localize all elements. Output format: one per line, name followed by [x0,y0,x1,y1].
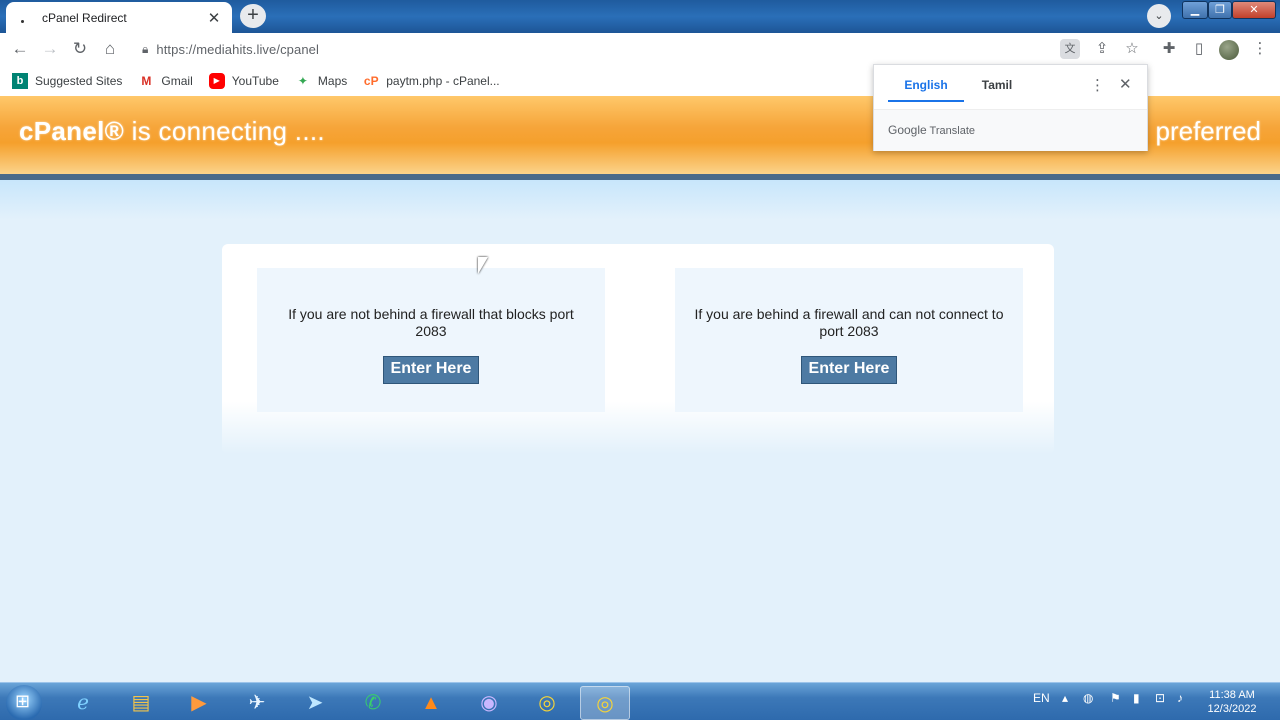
telegram-icon[interactable]: ➤ [290,686,340,720]
action-center-flag-icon[interactable]: ⚑ [1110,691,1121,705]
browser-toolbar: ← → ↻ ⌂ 🔒︎ https://mediahits.live/cpanel… [0,33,1280,65]
chrome-active-icon[interactable]: ◎ [580,686,630,720]
bookmark-label: YouTube [231,73,279,88]
volume-icon[interactable]: ♪ [1177,691,1183,705]
option-no-firewall: If you are not behind a firewall that bl… [257,268,605,412]
brand-name: cPanel® [19,116,125,146]
address-bar[interactable]: 🔒︎ https://mediahits.live/cpanel [132,36,1052,62]
translate-icon[interactable]: 文 [1060,39,1080,59]
bookmark-cpanel[interactable]: cP paytm.php - cPanel... [363,73,500,89]
browser-tab-strip: cPanel Redirect ✕ + ⌄ ▁ ❐ ✕ [0,0,1280,33]
tab-tamil[interactable]: Tamil [964,75,1030,102]
tab-title: cPanel Redirect [42,10,127,25]
clock-date: 12/3/2022 [1207,703,1257,715]
side-panel-icon[interactable]: ▯ [1189,39,1209,59]
google-logo: Google [888,123,927,137]
camera-app-icon[interactable]: ◉ [464,686,514,720]
chrome-icon[interactable]: ◎ [522,686,572,720]
bookmark-maps[interactable]: ✦ Maps [295,73,347,89]
share-icon[interactable]: ⇪ [1092,39,1112,59]
gmail-icon: M [141,73,152,88]
translate-popup: English Tamil ⋮ ✕ Google Translate [873,64,1148,151]
cpanel-icon: cP [363,73,379,88]
language-indicator[interactable]: EN [1033,691,1050,705]
translate-label: Translate [926,125,976,137]
start-button[interactable] [6,685,42,720]
bing-icon: b [12,72,28,89]
windows-taskbar: ℯ ▤ ▶ ✈ ➤ ✆ ▲ ◉ ◎ ◎ EN ▴ ◍ ⚑ ▮ ⊡ ♪ 11:38… [0,682,1280,720]
clock-time: 11:38 AM [1209,689,1255,701]
power-icon[interactable]: ⊡ [1155,691,1165,705]
translate-footer: Google Translate [874,109,1147,151]
tab-english[interactable]: English [888,75,964,102]
loading-favicon-icon [16,11,30,25]
option-message: If you are not behind a firewall that bl… [288,306,574,339]
page-content: If you are not behind a firewall that bl… [0,180,1280,682]
window-minimize-button[interactable]: ▁ [1182,1,1208,19]
vlc-icon[interactable]: ▲ [406,686,456,720]
tray-app-icon[interactable]: ◍ [1083,691,1093,705]
enter-here-button[interactable]: Enter Here [800,356,898,384]
extensions-puzzle-icon[interactable]: ✚ [1159,39,1179,59]
home-icon[interactable]: ⌂ [100,39,120,59]
bookmark-suggested-sites[interactable]: b Suggested Sites [12,72,123,89]
option-message: If you are behind a firewall and can not… [694,306,1004,339]
network-signal-icon[interactable]: ▮ [1133,691,1140,705]
youtube-icon: ▶ [208,72,225,89]
browser-tab[interactable]: cPanel Redirect ✕ [6,2,232,33]
page-title: cPanel® is connecting .... [19,116,325,147]
app-icon[interactable]: ✈ [232,686,282,720]
maps-icon: ✦ [297,73,308,88]
enter-here-button[interactable]: Enter Here [382,356,480,384]
forward-arrow-icon[interactable]: → [40,39,60,59]
bookmark-label: Maps [317,73,348,88]
tray-expand-icon[interactable]: ▴ [1062,691,1068,705]
bookmark-label: Suggested Sites [35,73,123,88]
bookmark-youtube[interactable]: ▶ YouTube [208,72,279,89]
internet-explorer-icon[interactable]: ℯ [58,686,108,720]
url-text[interactable]: https://mediahits.live/cpanel [156,42,319,57]
window-maximize-button[interactable]: ❐ [1208,1,1232,19]
header-right-text: preferred [1155,116,1262,146]
file-explorer-icon[interactable]: ▤ [116,686,166,720]
translate-language-tabs: English Tamil [888,75,1030,102]
reload-icon[interactable]: ↻ [70,39,90,59]
tab-close-icon[interactable]: ✕ [206,9,222,27]
whatsapp-icon[interactable]: ✆ [348,686,398,720]
translate-close-icon[interactable]: ✕ [1119,75,1132,93]
bookmark-star-icon[interactable]: ☆ [1122,39,1142,59]
bookmark-label: Gmail [161,73,193,88]
window-close-button[interactable]: ✕ [1232,1,1276,19]
menu-kebab-icon[interactable]: ⋮ [1250,39,1270,59]
bookmark-label: paytm.php - cPanel... [386,73,500,88]
tab-search-button[interactable]: ⌄ [1147,4,1171,28]
mouse-cursor-icon [478,257,488,274]
profile-avatar[interactable] [1219,40,1239,60]
new-tab-button[interactable]: + [240,4,266,28]
translate-options-icon[interactable]: ⋮ [1090,76,1105,94]
lock-icon[interactable]: 🔒︎ [142,42,148,57]
bookmark-gmail[interactable]: M Gmail [138,73,192,89]
redirect-card: If you are not behind a firewall that bl… [222,244,1054,454]
media-player-icon[interactable]: ▶ [174,686,224,720]
option-behind-firewall: If you are behind a firewall and can not… [675,268,1023,412]
connecting-text: is connecting .... [124,116,325,146]
back-arrow-icon[interactable]: ← [10,39,30,59]
system-clock[interactable]: 11:38 AM 12/3/2022 [1204,688,1260,716]
